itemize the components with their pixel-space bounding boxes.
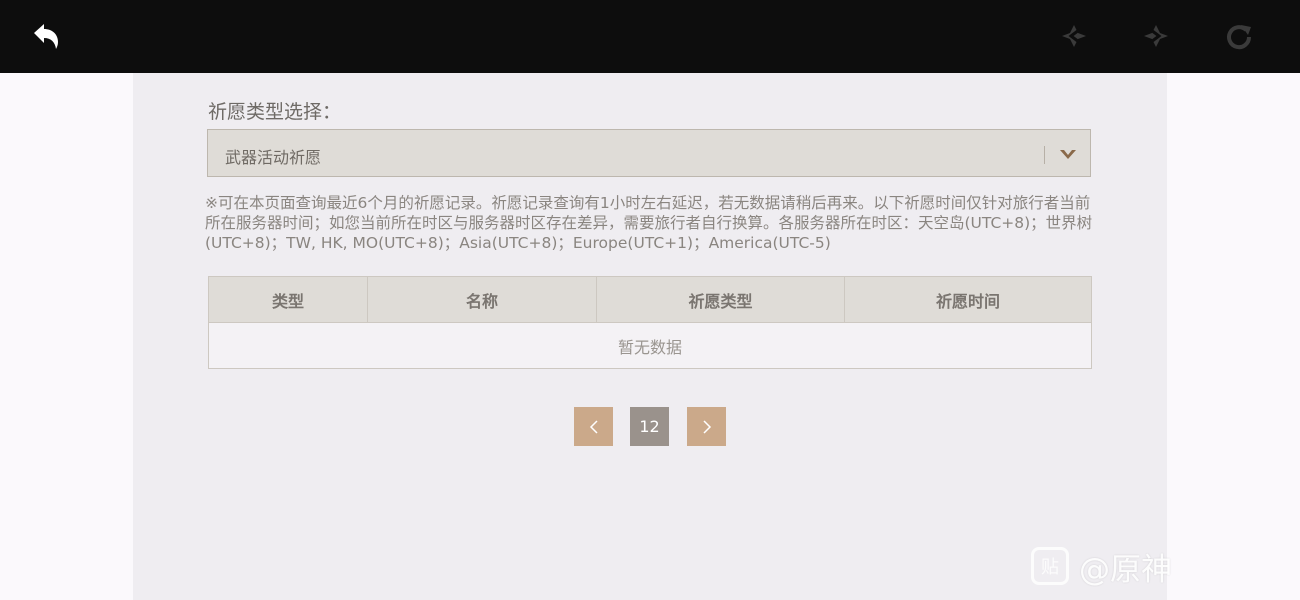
watermark-text: @原神 [1079,551,1172,588]
column-header-type: 类型 [209,277,368,322]
column-header-wish-type: 祈愿类型 [597,277,845,322]
watermark: 贴 @原神 [1031,545,1172,588]
column-header-wish-time: 祈愿时间 [935,291,1000,311]
wish-history-table: 类型 名称 祈愿类型 祈愿时间 暂无数据 [208,276,1092,369]
column-header-name: 名称 [368,277,597,322]
chevron-down-icon [1058,147,1078,163]
table-header: 类型 名称 祈愿类型 祈愿时间 [209,277,1091,323]
wish-type-select[interactable]: 武器活动祈愿 [207,129,1091,177]
nav-forward-icon[interactable] [1138,18,1174,54]
prev-page-button[interactable] [574,407,613,446]
top-toolbar [0,0,1300,73]
wish-type-selected-value: 武器活动祈愿 [225,148,322,167]
watermark-logo-icon: 贴 [1031,547,1069,585]
chevron-right-icon [702,419,711,434]
reload-icon[interactable] [1221,18,1257,54]
filter-label: 祈愿类型选择： [208,101,342,123]
notice-text: ※可在本页面查询最近6个月的祈愿记录。祈愿记录查询有1小时左右延迟，若无数据请稍… [205,194,1093,252]
back-arrow-icon[interactable] [28,18,64,54]
chevron-left-icon [589,419,598,434]
select-divider [1044,146,1045,164]
empty-state-text: 暂无数据 [209,323,1091,368]
next-page-button[interactable] [687,407,726,446]
current-page-indicator: 12 [630,407,669,446]
nav-back-icon[interactable] [1056,18,1092,54]
